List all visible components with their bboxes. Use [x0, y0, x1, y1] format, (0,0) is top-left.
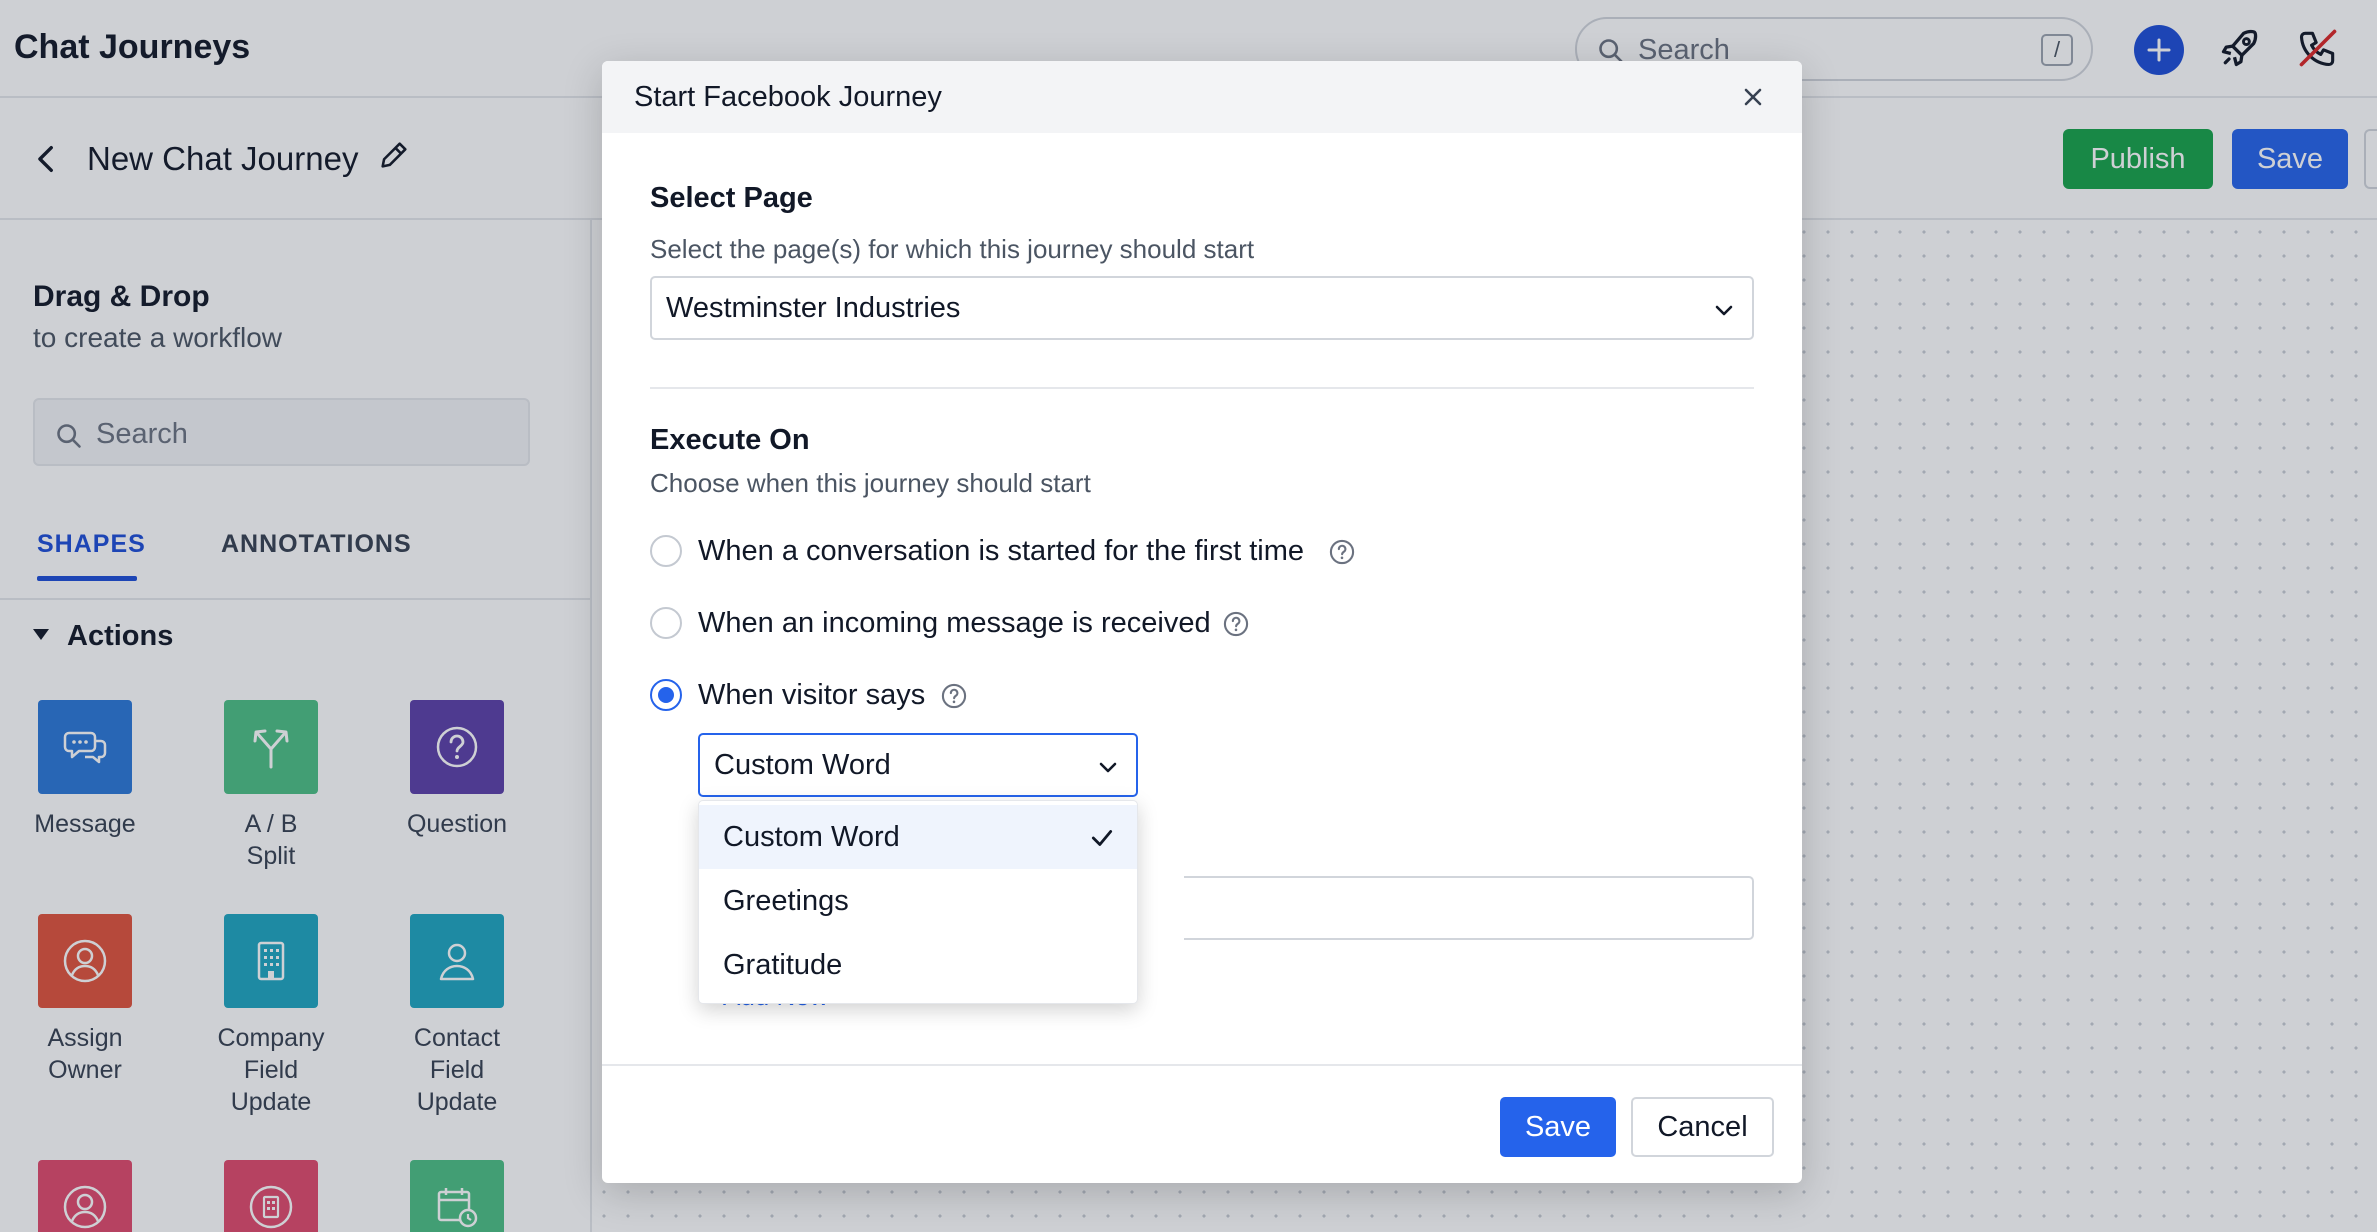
chevron-down-icon — [1715, 305, 1733, 316]
modal-title: Start Facebook Journey — [634, 81, 942, 113]
page-select-value: Westminster Industries — [666, 292, 961, 324]
help-circle-icon[interactable] — [1222, 610, 1250, 638]
section-divider — [650, 387, 1754, 389]
menu-item-label: Gratitude — [723, 949, 843, 981]
visitor-says-select[interactable]: Custom Word — [698, 733, 1138, 797]
check-icon — [1091, 830, 1113, 846]
option-label: When an incoming message is received — [698, 607, 1211, 639]
chevron-down-icon — [1099, 762, 1117, 773]
menu-item-label: Custom Word — [723, 821, 900, 853]
radio-button[interactable] — [650, 535, 682, 567]
help-circle-icon[interactable] — [1328, 538, 1356, 566]
modal-cancel-button[interactable]: Cancel — [1631, 1097, 1774, 1157]
option-visitor-says[interactable]: When visitor says — [650, 677, 1050, 713]
custom-word-input[interactable] — [1184, 876, 1754, 940]
modal-header: Start Facebook Journey — [602, 61, 1802, 133]
start-facebook-journey-modal: Start Facebook Journey Select Page Selec… — [602, 61, 1802, 1183]
select-page-help: Select the page(s) for which this journe… — [650, 234, 1255, 264]
menu-item-label: Greetings — [723, 885, 849, 917]
close-icon[interactable] — [1739, 83, 1767, 111]
visitor-says-value: Custom Word — [714, 749, 891, 781]
menu-item-greetings[interactable]: Greetings — [699, 869, 1137, 933]
menu-item-gratitude[interactable]: Gratitude — [699, 933, 1137, 997]
radio-button-selected[interactable] — [650, 679, 682, 711]
execute-on-help: Choose when this journey should start — [650, 468, 1091, 498]
visitor-says-dropdown-menu: Custom Word Greetings Gratitude — [698, 800, 1138, 1004]
option-label: When visitor says — [698, 679, 926, 711]
help-circle-icon[interactable] — [940, 682, 968, 710]
option-first-conversation[interactable]: When a conversation is started for the f… — [650, 533, 1355, 569]
option-incoming-message[interactable]: When an incoming message is received — [650, 605, 1250, 641]
menu-item-custom-word[interactable]: Custom Word — [699, 805, 1137, 869]
modal-footer-divider — [602, 1064, 1802, 1066]
execute-on-label: Execute On — [650, 424, 810, 456]
page-select[interactable]: Westminster Industries — [650, 276, 1754, 340]
select-page-label: Select Page — [650, 182, 813, 214]
radio-button[interactable] — [650, 607, 682, 639]
option-label: When a conversation is started for the f… — [698, 535, 1305, 567]
modal-save-button[interactable]: Save — [1500, 1097, 1616, 1157]
